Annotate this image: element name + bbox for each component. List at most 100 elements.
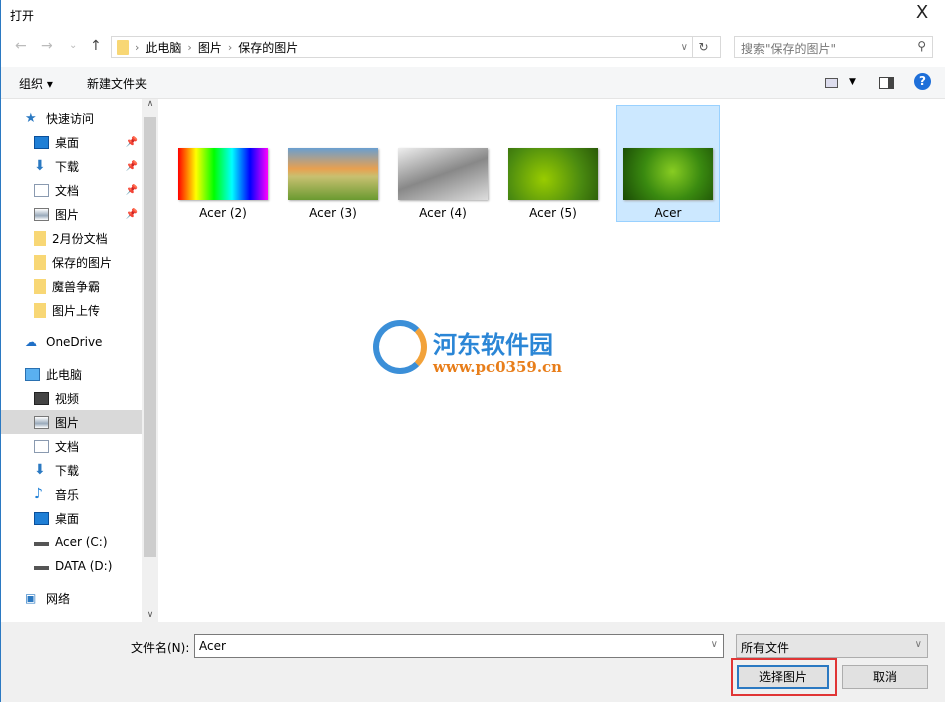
sidebar-item[interactable]: 此电脑 — [1, 362, 142, 386]
sidebar-item[interactable]: 魔兽争霸 — [1, 274, 142, 298]
pin-icon: 📌 — [126, 137, 138, 148]
breadcrumb-item[interactable]: 图片 — [198, 39, 222, 56]
file-name: Acer (4) — [392, 206, 494, 220]
sidebar-item[interactable]: 文档📌 — [1, 178, 142, 202]
back-button[interactable]: ← — [15, 38, 27, 54]
sidebar-item-label: 音乐 — [55, 486, 79, 503]
sidebar-item[interactable]: 2月份文档 — [1, 226, 142, 250]
desktop-icon — [34, 136, 49, 149]
new-folder-button[interactable]: 新建文件夹 — [87, 75, 147, 92]
sidebar-item-label: Acer (C:) — [55, 535, 108, 549]
chevron-down-icon[interactable]: ∨ — [681, 42, 688, 53]
sidebar-item-label: 下载 — [55, 158, 79, 175]
file-item[interactable]: Acer (3) — [281, 105, 385, 222]
file-item[interactable]: Acer (5) — [501, 105, 605, 222]
sidebar-item-label: DATA (D:) — [55, 559, 112, 573]
thumbnail-image — [178, 148, 268, 200]
sidebar-item-label: 网络 — [46, 590, 70, 607]
organize-button[interactable]: 组织 ▾ — [19, 75, 53, 92]
sidebar-item-label: OneDrive — [46, 335, 102, 349]
thumbnail-image — [508, 148, 598, 200]
breadcrumb-item[interactable]: 保存的图片 — [238, 39, 298, 56]
video-icon — [34, 392, 49, 405]
folder-icon — [117, 40, 129, 55]
folder-icon — [34, 255, 46, 270]
sidebar-item[interactable]: ♪音乐 — [1, 482, 142, 506]
sidebar-item[interactable]: ☁ OneDrive — [1, 330, 142, 354]
sidebar-item[interactable]: ⬇下载📌 — [1, 154, 142, 178]
recent-locations-button[interactable]: ⌄ — [69, 40, 77, 51]
filetype-select[interactable]: 所有文件∨ — [736, 634, 928, 658]
sidebar-item-label: 桌面 — [55, 134, 79, 151]
sidebar-item[interactable]: ⬇下载 — [1, 458, 142, 482]
address-bar[interactable]: › 此电脑 › 图片 › 保存的图片 ∨ ↻ — [111, 36, 721, 58]
document-icon — [34, 440, 49, 453]
download-icon: ⬇ — [34, 160, 49, 173]
sidebar-item[interactable]: 保存的图片 — [1, 250, 142, 274]
sidebar-item[interactable]: 文档 — [1, 434, 142, 458]
window-title: 打开 — [10, 7, 34, 24]
picture-icon — [34, 208, 49, 221]
close-button[interactable]: X — [907, 2, 937, 23]
watermark-url: www.pc0359.cn — [433, 358, 562, 376]
download-icon: ⬇ — [34, 464, 49, 477]
up-button[interactable]: ↑ — [90, 38, 102, 54]
file-item[interactable]: Acer (4) — [391, 105, 495, 222]
file-item-selected[interactable]: Acer — [616, 105, 720, 222]
document-icon — [34, 184, 49, 197]
sidebar-item-label: 图片 — [55, 206, 79, 223]
sidebar-item[interactable]: 桌面 📌 — [1, 130, 142, 154]
sidebar-item[interactable]: 图片 📌 — [1, 202, 142, 226]
file-name: Acer — [617, 206, 719, 220]
chevron-down-icon[interactable]: ▼ — [849, 77, 856, 87]
sidebar-item[interactable]: 图片 — [1, 410, 142, 434]
sidebar-item[interactable]: ▣ 网络 — [1, 586, 142, 610]
sidebar-item-label: 图片上传 — [52, 302, 100, 319]
file-item[interactable]: Acer (2) — [171, 105, 275, 222]
sidebar-item-label: 文档 — [55, 438, 79, 455]
sidebar-item-label: 保存的图片 — [52, 254, 112, 271]
sidebar-item-label: 文档 — [55, 182, 79, 199]
preview-pane-icon[interactable] — [879, 77, 894, 89]
desktop-icon — [34, 512, 49, 525]
forward-button[interactable]: → — [41, 38, 53, 54]
thumbnail-image — [288, 148, 378, 200]
select-picture-button[interactable]: 选择图片 — [737, 665, 829, 689]
sidebar-item[interactable]: Acer (C:) — [1, 530, 142, 554]
navigation-pane: ★快速访问桌面📌⬇下载📌文档📌图片📌2月份文档保存的图片魔兽争霸图片上传☁One… — [1, 99, 159, 622]
folder-icon — [34, 231, 46, 246]
search-input[interactable]: 搜索"保存的图片" ⚲ — [734, 36, 933, 58]
sidebar-item[interactable]: ★快速访问 — [1, 106, 142, 130]
sidebar-item[interactable]: 图片上传 — [1, 298, 142, 322]
toolbar: 组织 ▾ 新建文件夹 ▼ ? — [1, 67, 945, 99]
pin-icon: 📌 — [126, 209, 138, 220]
sidebar-item-label: 2月份文档 — [52, 230, 108, 247]
help-icon[interactable]: ? — [914, 73, 931, 90]
scrollbar-thumb[interactable] — [144, 117, 156, 557]
sidebar-item[interactable]: 视频 — [1, 386, 142, 410]
sidebar-item-label: 图片 — [55, 414, 79, 431]
file-name: Acer (2) — [172, 206, 274, 220]
sidebar-item-label: 此电脑 — [46, 366, 82, 383]
sidebar-item[interactable]: 桌面 — [1, 506, 142, 530]
refresh-button[interactable]: ↻ — [692, 37, 714, 57]
sidebar-item-label: 快速访问 — [46, 110, 94, 127]
filetype-value: 所有文件 — [741, 641, 789, 655]
drive-icon — [34, 538, 49, 546]
watermark-logo — [373, 320, 427, 374]
sidebar-item[interactable]: DATA (D:) — [1, 554, 142, 578]
filename-input[interactable]: Acer∨ — [194, 634, 724, 658]
cloud-icon: ☁ — [25, 336, 40, 349]
breadcrumb-item[interactable]: 此电脑 — [145, 39, 181, 56]
filename-label: 文件名(N): — [131, 639, 189, 656]
chevron-down-icon[interactable]: ∨ — [711, 639, 718, 650]
chevron-right-icon: › — [135, 41, 139, 54]
cancel-button[interactable]: 取消 — [842, 665, 928, 689]
sidebar-item-label: 魔兽争霸 — [52, 278, 100, 295]
file-name: Acer (3) — [282, 206, 384, 220]
network-icon: ▣ — [25, 592, 40, 605]
view-options-icon[interactable] — [825, 78, 838, 88]
folder-icon — [34, 303, 46, 318]
sidebar-item-label: 视频 — [55, 390, 79, 407]
sidebar-item-label: 桌面 — [55, 510, 79, 527]
